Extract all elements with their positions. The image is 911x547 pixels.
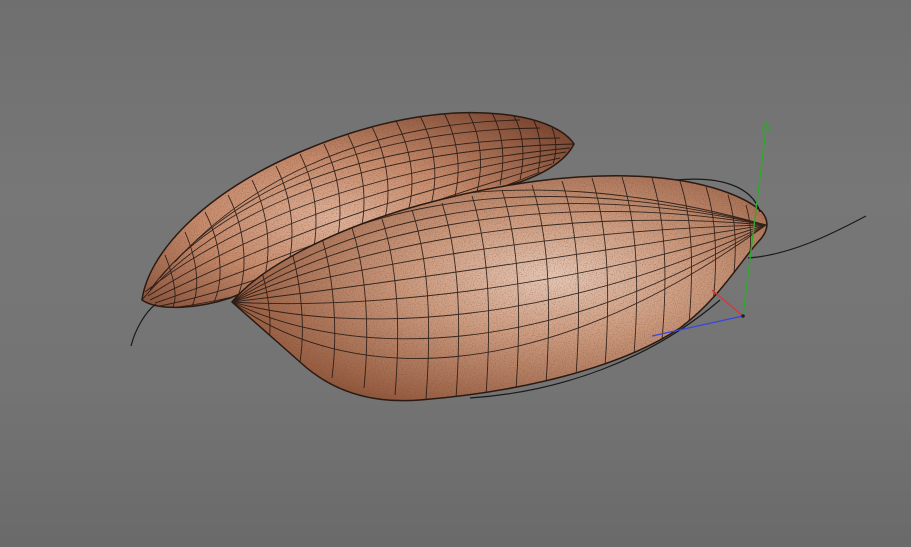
root-curve-left — [130, 303, 157, 347]
gizmo-origin — [741, 314, 745, 318]
3d-viewport[interactable] — [0, 0, 911, 547]
scene-canvas[interactable] — [0, 0, 911, 547]
